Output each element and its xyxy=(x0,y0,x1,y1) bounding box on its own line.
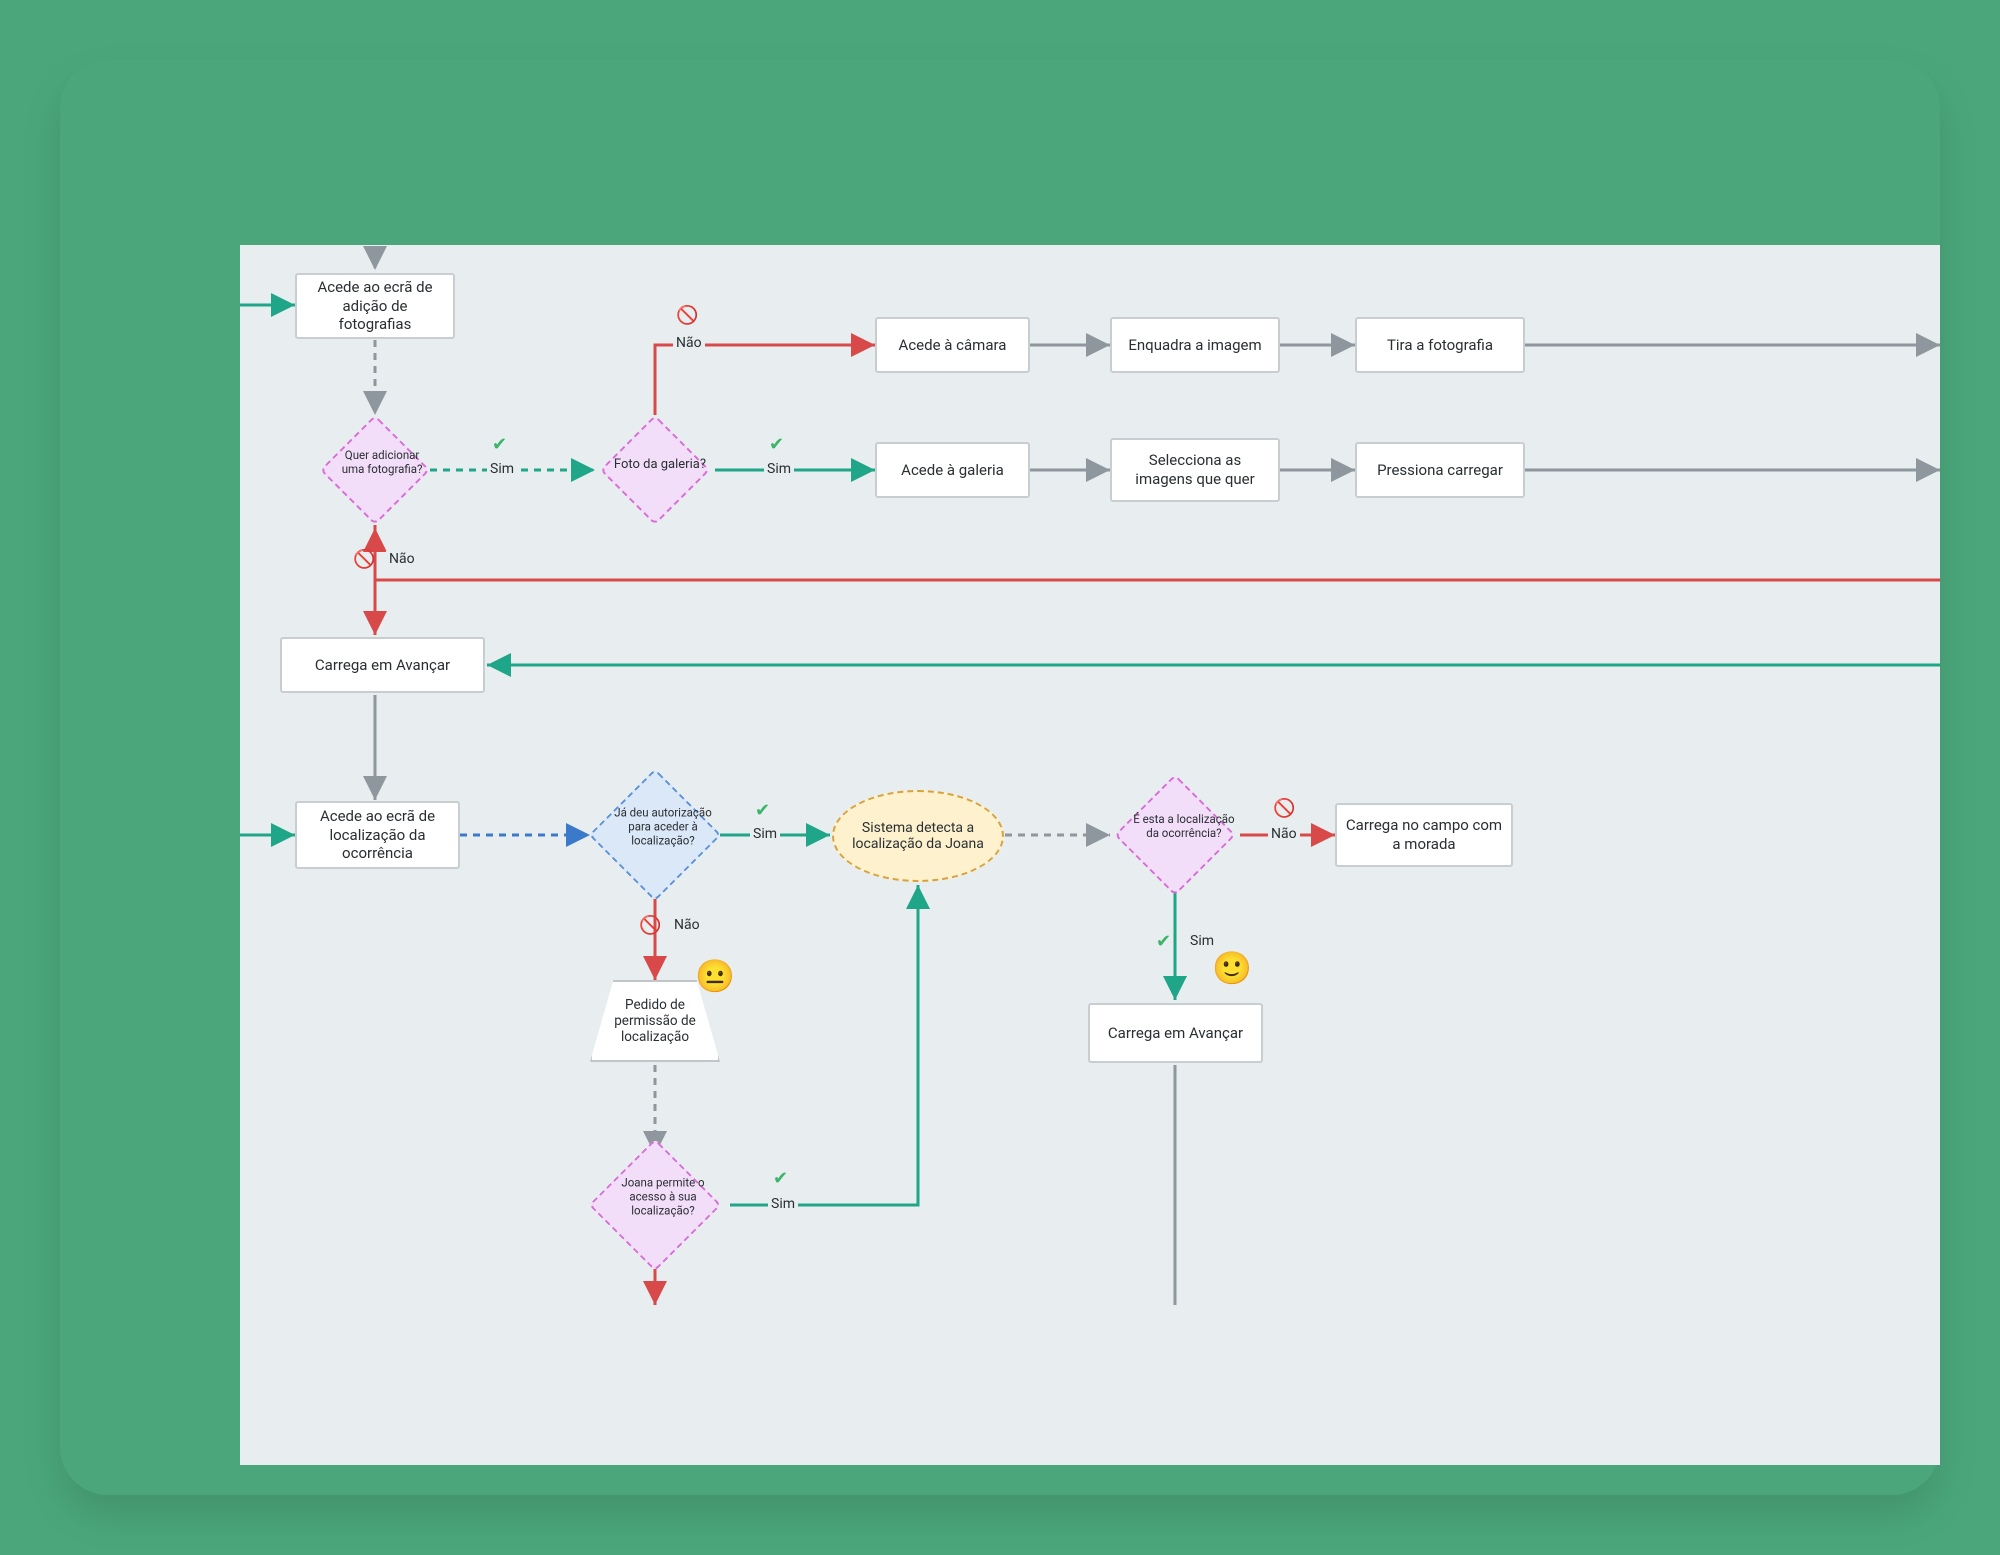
process-selecciona-imagens: Selecciona as imagens que quer xyxy=(1110,438,1280,502)
edge-label-sim: Sim xyxy=(768,1196,798,1212)
smile-face-icon: 🙂 xyxy=(1212,949,1252,987)
node-label: Sistema detecta a localização da Joana xyxy=(846,820,990,852)
check-icon: ✔ xyxy=(1156,931,1171,952)
process-acede-camara: Acede à câmara xyxy=(875,317,1030,373)
process-acede-ecra-fotos: Acede ao ecrã de adição de fotografias xyxy=(295,273,455,339)
process-tira-fotografia: Tira a fotografia xyxy=(1355,317,1525,373)
edge-label-nao: Não xyxy=(1268,826,1300,842)
edge-label-nao: Não xyxy=(671,917,703,933)
no-icon: 🚫 xyxy=(1273,798,1295,819)
edge-label-sim: Sim xyxy=(750,826,780,842)
diagram-canvas: Acede ao ecrã de adição de fotografias Q… xyxy=(240,245,1940,1465)
process-acede-galeria: Acede à galeria xyxy=(875,442,1030,498)
no-icon: 🚫 xyxy=(676,305,698,326)
check-icon: ✔ xyxy=(769,434,784,455)
no-icon: 🚫 xyxy=(639,915,661,936)
neutral-face-icon: 😐 xyxy=(695,957,735,995)
edge-label-sim: Sim xyxy=(764,461,794,477)
node-label: Foto da galeria? xyxy=(608,457,712,473)
node-label: Acede à galeria xyxy=(901,461,1004,480)
edge-label-sim: Sim xyxy=(487,461,517,477)
node-label: Carrega em Avançar xyxy=(1108,1024,1243,1043)
node-label: Carrega no campo com a morada xyxy=(1345,816,1503,854)
node-label: Acede à câmara xyxy=(899,336,1007,355)
edge-label-sim: Sim xyxy=(1187,933,1217,949)
no-icon: 🚫 xyxy=(353,549,375,570)
node-label: Enquadra a imagem xyxy=(1128,336,1261,355)
process-pressiona-carregar: Pressiona carregar xyxy=(1355,442,1525,498)
edges-layer xyxy=(240,245,1940,1465)
node-label: Acede ao ecrã de adição de fotografias xyxy=(305,278,445,334)
node-label: Quer adicionar uma fotografia? xyxy=(330,449,434,477)
node-label: Pressiona carregar xyxy=(1377,461,1503,480)
node-label: Joana permite o acesso à sua localização… xyxy=(600,1176,726,1217)
edge-label-nao: Não xyxy=(386,551,418,567)
node-label: É esta a localização da ocorrência? xyxy=(1126,812,1241,840)
ellipse-sistema-detecta: Sistema detecta a localização da Joana xyxy=(832,790,1004,882)
check-icon: ✔ xyxy=(773,1168,788,1189)
node-label: Carrega em Avançar xyxy=(315,656,450,675)
node-label: Pedido de permissão de localização xyxy=(598,997,712,1045)
node-label: Acede ao ecrã de localização da ocorrênc… xyxy=(305,807,450,863)
node-label: Tira a fotografia xyxy=(1387,336,1493,355)
outer-frame: Acede ao ecrã de adição de fotografias Q… xyxy=(60,60,1940,1495)
process-acede-ecra-localizacao: Acede ao ecrã de localização da ocorrênc… xyxy=(295,801,460,869)
process-carrega-avancar-2: Carrega em Avançar xyxy=(1088,1003,1263,1063)
edge-label-nao: Não xyxy=(673,335,705,351)
node-label: Já deu autorização para aceder à localiz… xyxy=(600,806,726,847)
check-icon: ✔ xyxy=(755,800,770,821)
node-label: Selecciona as imagens que quer xyxy=(1120,451,1270,489)
process-carrega-campo-morada: Carrega no campo com a morada xyxy=(1335,803,1513,867)
process-enquadra-imagem: Enquadra a imagem xyxy=(1110,317,1280,373)
process-carrega-avancar-1: Carrega em Avançar xyxy=(280,637,485,693)
check-icon: ✔ xyxy=(492,434,507,455)
